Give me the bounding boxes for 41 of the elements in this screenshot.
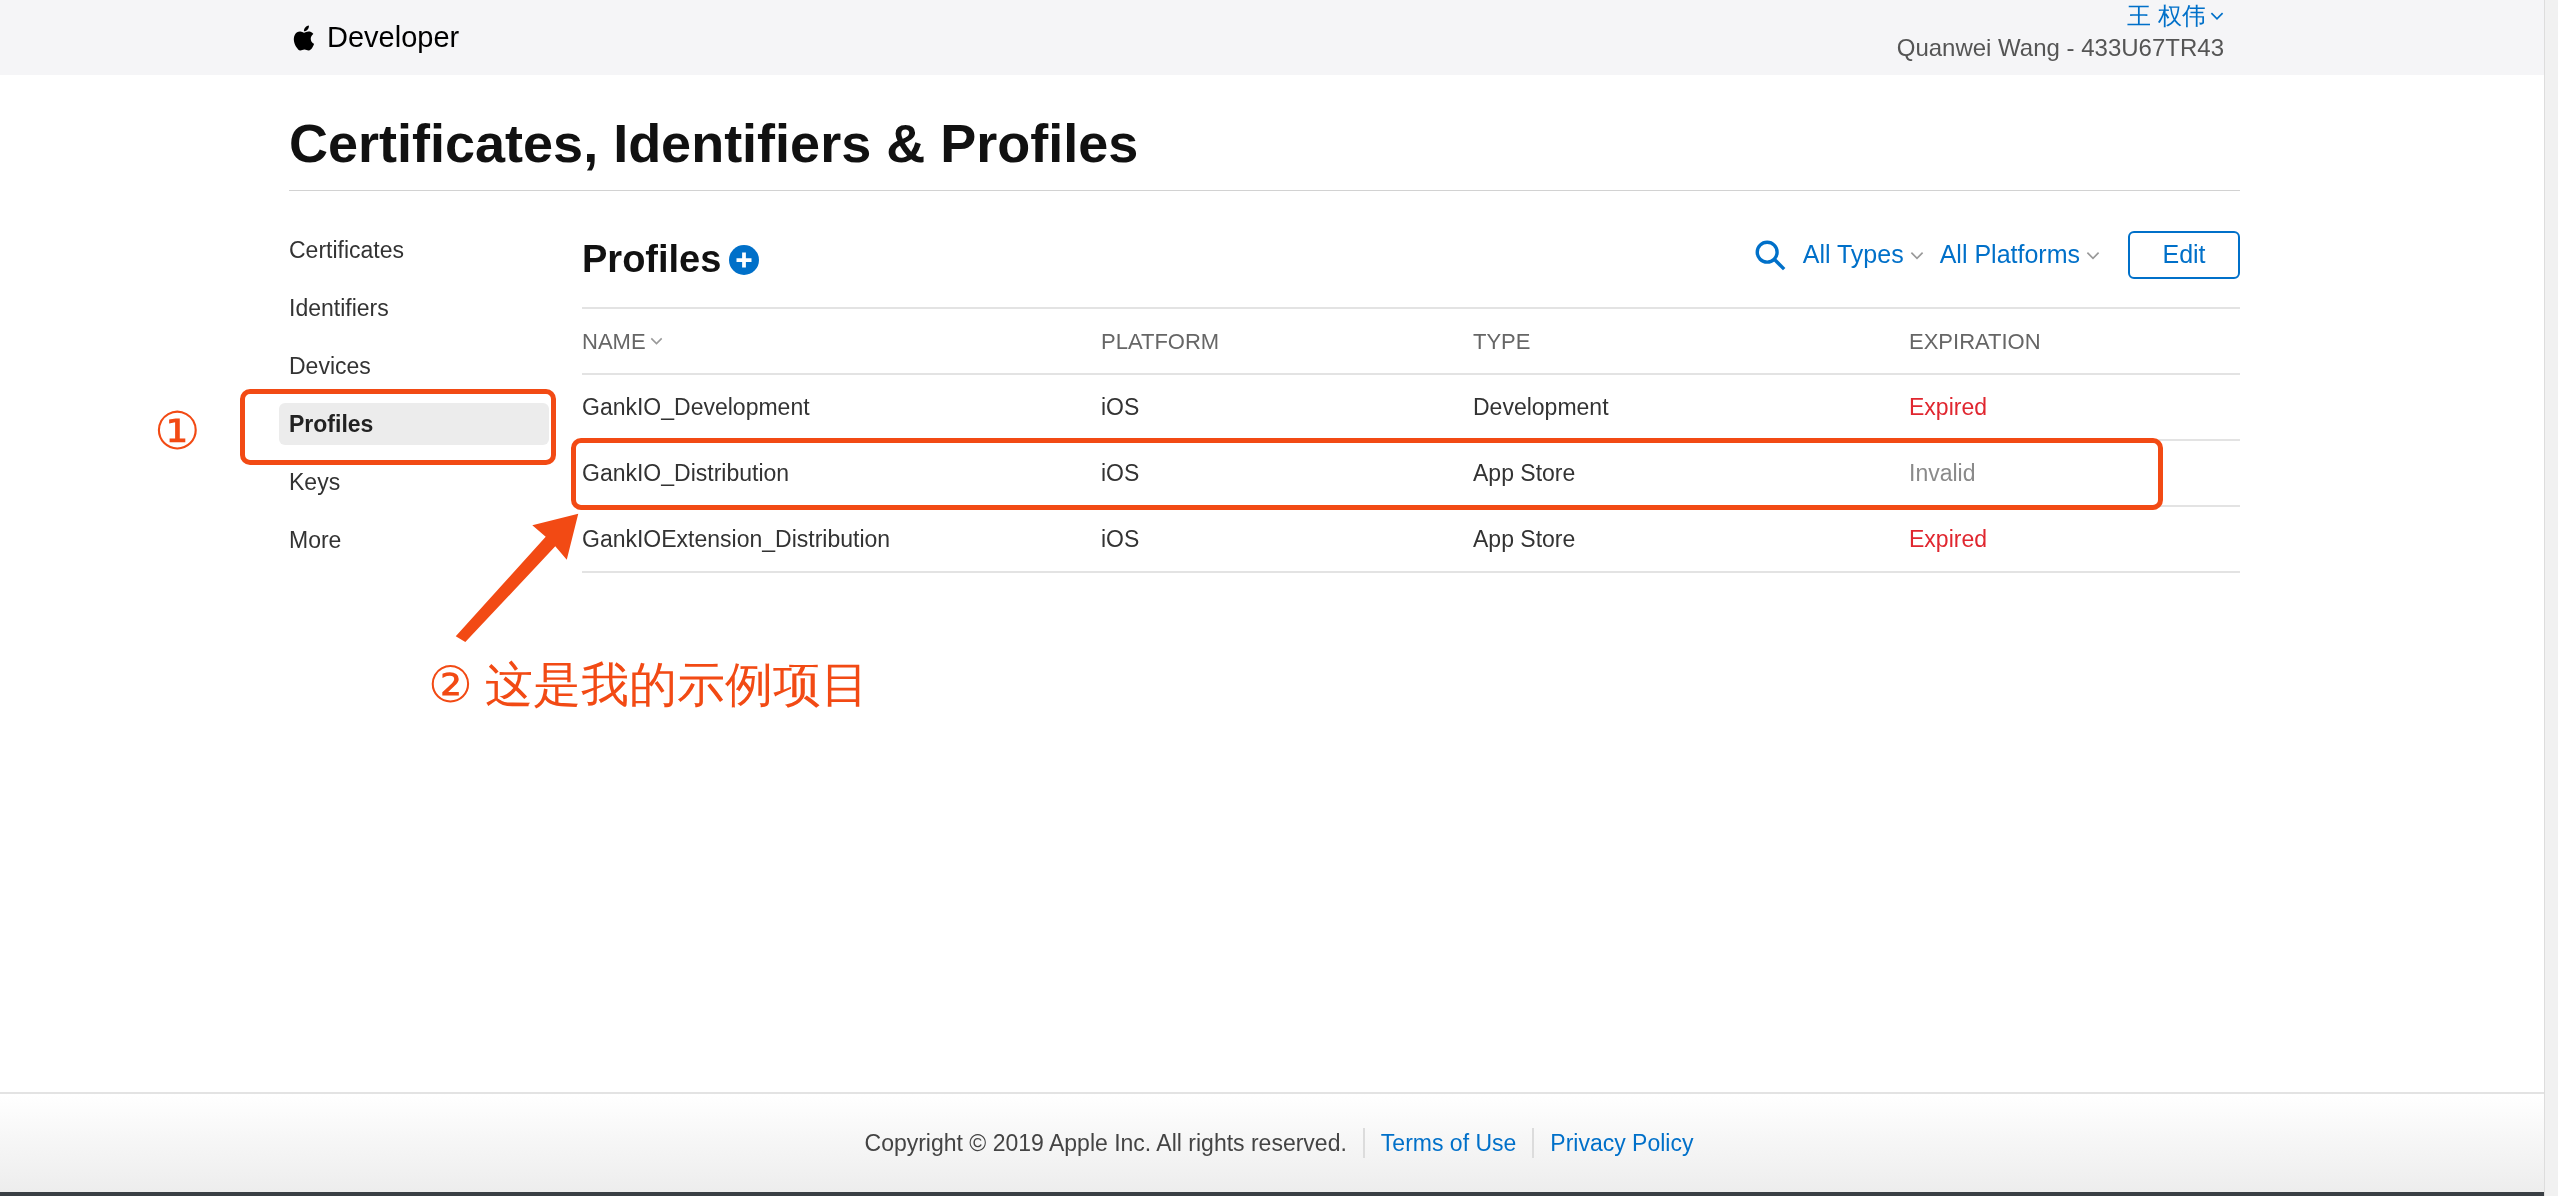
edit-button[interactable]: Edit — [2128, 231, 2240, 279]
chevron-down-icon — [649, 337, 663, 345]
table-cell-text: Development — [1473, 392, 1610, 422]
column-header[interactable]: NAME — [582, 324, 646, 358]
sidebar-item[interactable]: Profiles — [279, 403, 549, 445]
sidebar-item[interactable]: Devices — [279, 345, 381, 387]
account-label: Quanwei Wang - 433U67TR43 — [1896, 33, 2224, 63]
table-cell-text: Invalid — [1909, 458, 1977, 488]
table-cell-text: iOS — [1101, 524, 1141, 554]
table-cell-text: GankIOExtension_Distribution — [582, 524, 892, 554]
chevron-down-icon — [2210, 11, 2224, 21]
footer-link[interactable]: Privacy Policy — [1550, 1125, 1694, 1161]
filter-dropdown[interactable]: All Types — [1802, 236, 1924, 274]
page-title: Certificates, Identifiers & Profiles — [289, 103, 2240, 191]
section-title: Profiles — [582, 237, 722, 282]
chevron-down-icon — [2086, 250, 2100, 260]
sidebar-item[interactable]: Keys — [279, 461, 351, 503]
table-cell-text: iOS — [1101, 458, 1141, 488]
user-menu[interactable]: 王 权伟 — [2127, 0, 2224, 34]
column-header: EXPIRATION — [1909, 327, 2041, 356]
brand-name[interactable]: Developer — [327, 16, 460, 60]
table-cell-text: iOS — [1101, 392, 1141, 422]
table-cell-text: Expired — [1909, 392, 1988, 422]
table-cell-text: GankIO_Development — [582, 392, 811, 422]
footer-link[interactable]: Terms of Use — [1380, 1125, 1517, 1161]
filter-dropdown[interactable]: All Platforms — [1939, 236, 2100, 274]
step-marker: ① — [154, 405, 201, 457]
annotation-note: 这是我的示例项目 — [485, 661, 869, 709]
step-marker: ② — [428, 660, 473, 710]
table-cell-text: App Store — [1473, 458, 1577, 488]
table-cell-text: Expired — [1909, 524, 1988, 554]
add-icon[interactable] — [729, 244, 760, 275]
column-header: PLATFORM — [1101, 327, 1220, 356]
table-cell-text: GankIO_Distribution — [582, 458, 791, 488]
chevron-down-icon — [1909, 250, 1924, 260]
copyright-text: Copyright © 2019 Apple Inc. All rights reserved. — [864, 1128, 1347, 1158]
column-header: TYPE — [1473, 327, 1531, 356]
table-cell-text: App Store — [1473, 524, 1577, 554]
sidebar-item[interactable]: Identifiers — [279, 287, 399, 329]
sidebar-item[interactable]: More — [279, 519, 352, 561]
sidebar-item[interactable]: Certificates — [279, 229, 415, 271]
